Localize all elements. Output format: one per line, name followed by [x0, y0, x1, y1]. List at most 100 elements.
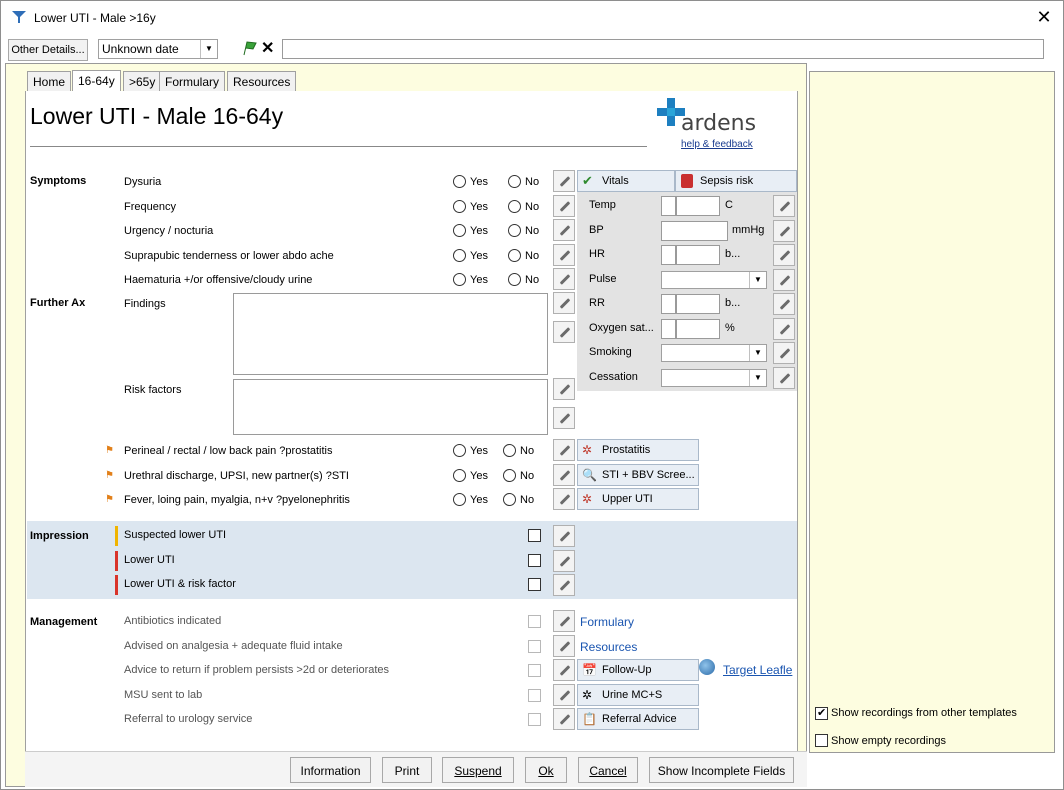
flagged-action-button[interactable]: ✲ Upper UTI: [577, 488, 699, 510]
flag-icon[interactable]: [241, 39, 259, 57]
symptom-no-radio[interactable]: [508, 224, 521, 237]
symptom-yes-radio[interactable]: [453, 273, 466, 286]
flagged-yes-radio[interactable]: [453, 444, 466, 457]
vital-value-input[interactable]: [676, 318, 720, 339]
vital-qualifier-input[interactable]: [661, 196, 676, 216]
print-button[interactable]: Print: [382, 757, 432, 783]
flagged-edit-icon[interactable]: [553, 463, 575, 486]
vital-value-input[interactable]: [676, 196, 720, 216]
symptom-no-radio[interactable]: [508, 175, 521, 188]
risk-factors-textarea[interactable]: [233, 379, 548, 435]
vital-edit-icon[interactable]: [773, 342, 795, 364]
suspend-button[interactable]: Suspend: [442, 757, 514, 783]
flagged-edit-icon[interactable]: [553, 439, 575, 461]
symptom-edit-icon[interactable]: [553, 194, 575, 217]
impression-edit-icon[interactable]: [553, 549, 575, 572]
vital-edit-icon[interactable]: [773, 219, 795, 242]
findings-textarea[interactable]: [233, 293, 548, 375]
information-button[interactable]: Information: [290, 757, 371, 783]
cancel-button[interactable]: Cancel: [578, 757, 638, 783]
help-feedback-link[interactable]: help & feedback: [681, 139, 753, 150]
symptom-no-radio[interactable]: [508, 273, 521, 286]
vital-value-input[interactable]: [676, 245, 720, 265]
symptom-yes-radio[interactable]: [453, 199, 466, 213]
vital-qualifier-input[interactable]: [661, 245, 676, 265]
symptom-no-radio[interactable]: [508, 248, 521, 262]
symptom-no-radio[interactable]: [508, 199, 521, 213]
management-link[interactable]: Resources: [580, 640, 637, 654]
management-checkbox[interactable]: [528, 664, 541, 677]
management-checkbox[interactable]: [528, 713, 541, 726]
vitals-button[interactable]: ✔ Vitals: [577, 170, 675, 192]
impression-checkbox[interactable]: [528, 553, 541, 567]
tab-65y[interactable]: >65y: [123, 71, 162, 92]
vital-edit-icon[interactable]: [773, 293, 795, 315]
tab-formulary[interactable]: Formulary: [159, 71, 226, 92]
show-incomplete-button[interactable]: Show Incomplete Fields: [649, 757, 794, 783]
symptom-yes-radio[interactable]: [453, 175, 466, 188]
impression-checkbox[interactable]: [528, 578, 541, 591]
risk-factors-edit-icon[interactable]: [553, 378, 575, 400]
findings-edit-icon[interactable]: [553, 292, 575, 314]
action-icon: ✲: [582, 687, 593, 702]
impression-edit-icon[interactable]: [553, 574, 575, 596]
management-link[interactable]: Formulary: [580, 615, 634, 629]
vital-edit-icon[interactable]: [773, 195, 795, 217]
flagged-yes-radio[interactable]: [453, 493, 466, 506]
tab-resources[interactable]: Resources: [227, 71, 297, 92]
symptom-edit-icon[interactable]: [553, 219, 575, 241]
vital-select[interactable]: ▼: [661, 368, 767, 387]
show-empty-checkbox[interactable]: [815, 734, 828, 747]
risk-factors-add-icon[interactable]: [553, 407, 575, 429]
management-edit-icon[interactable]: [553, 708, 575, 730]
vital-edit-icon[interactable]: [773, 244, 795, 266]
target-leaflet-link[interactable]: Target Leafle: [723, 663, 792, 677]
management-checkbox[interactable]: [528, 639, 541, 653]
management-action-button[interactable]: 📋 Referral Advice: [577, 708, 699, 730]
further-ax-section: Further Ax: [30, 297, 86, 309]
vital-qualifier-input[interactable]: [661, 318, 676, 339]
cancel-label: Cancel: [589, 764, 627, 778]
flagged-action-button[interactable]: 🔍 STI + BBV Scree...: [577, 463, 699, 486]
management-edit-icon[interactable]: [553, 683, 575, 706]
flagged-no-radio[interactable]: [503, 468, 516, 482]
findings-add-icon[interactable]: [553, 321, 575, 343]
symptom-yes-radio[interactable]: [453, 224, 466, 237]
show-other-templates-checkbox[interactable]: ✔: [815, 707, 828, 720]
management-edit-icon[interactable]: [553, 659, 575, 681]
impression-edit-icon[interactable]: [553, 525, 575, 547]
management-action-button[interactable]: ✲ Urine MC+S: [577, 683, 699, 706]
impression-checkbox[interactable]: [528, 529, 541, 542]
clear-icon[interactable]: ✕: [261, 38, 274, 58]
vital-edit-icon[interactable]: [773, 366, 795, 389]
sepsis-risk-button[interactable]: Sepsis risk: [675, 170, 797, 192]
tab-home[interactable]: Home: [27, 71, 72, 92]
symptom-edit-icon[interactable]: [553, 243, 575, 266]
flagged-action-button[interactable]: ✲ Prostatitis: [577, 439, 699, 461]
vital-qualifier-input[interactable]: [661, 294, 676, 314]
date-select[interactable]: Unknown date ▼: [98, 39, 218, 59]
management-edit-icon[interactable]: [553, 610, 575, 632]
flagged-no-radio[interactable]: [503, 444, 516, 457]
tab-16-64y[interactable]: 16-64y: [72, 70, 121, 92]
vitals-edit-icon[interactable]: [553, 170, 575, 192]
management-checkbox[interactable]: [528, 688, 541, 702]
vital-select[interactable]: ▼: [661, 270, 767, 289]
management-checkbox[interactable]: [528, 615, 541, 628]
flagged-no-radio[interactable]: [503, 493, 516, 506]
vital-edit-icon[interactable]: [773, 317, 795, 340]
toolbar-text-input[interactable]: [282, 39, 1044, 59]
vital-value-input[interactable]: [676, 294, 720, 314]
flagged-edit-icon[interactable]: [553, 488, 575, 510]
flagged-yes-radio[interactable]: [453, 468, 466, 482]
vital-select[interactable]: ▼: [661, 344, 767, 362]
management-edit-icon[interactable]: [553, 634, 575, 657]
vital-edit-icon[interactable]: [773, 268, 795, 291]
management-action-button[interactable]: 📅 Follow-Up: [577, 659, 699, 681]
symptom-edit-icon[interactable]: [553, 268, 575, 290]
other-details-button[interactable]: Other Details...: [8, 39, 88, 61]
ok-button[interactable]: Ok: [525, 757, 567, 783]
symptom-yes-radio[interactable]: [453, 248, 466, 262]
close-icon[interactable]: ✕: [1033, 6, 1055, 28]
vital-value-input[interactable]: [661, 220, 728, 241]
